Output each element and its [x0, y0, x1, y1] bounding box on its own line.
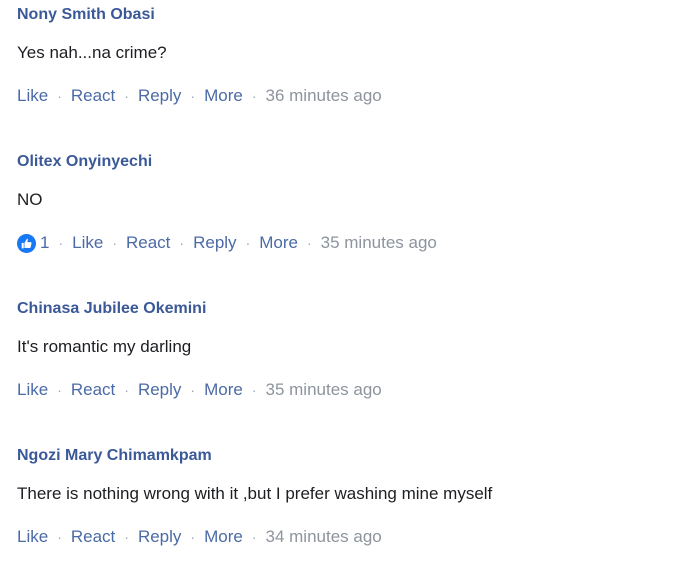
action-separator: · [124, 529, 129, 545]
action-separator: · [190, 529, 196, 545]
action-separator: · [245, 235, 251, 251]
like-link[interactable]: Like [17, 527, 48, 547]
reaction-count-value: 1 [40, 233, 50, 252]
reply-link[interactable]: Reply [138, 86, 181, 106]
comment-text: There is nothing wrong with it ,but I pr… [17, 484, 493, 503]
like-link[interactable]: Like [72, 233, 103, 253]
comment-text: Yes nah...na crime? [17, 43, 167, 62]
action-separator: · [251, 529, 257, 545]
comment-actions: Like · React · Reply · More · 36 minutes… [17, 84, 685, 108]
action-separator: · [124, 382, 129, 398]
comment-author[interactable]: Nony Smith Obasi [17, 4, 685, 26]
comment-timestamp: 35 minutes ago [265, 380, 382, 399]
comment-item: Nony Smith Obasi Yes nah...na crime? Lik… [17, 4, 685, 108]
reply-link[interactable]: Reply [138, 527, 181, 547]
reply-link[interactable]: Reply [193, 233, 236, 253]
reaction-count[interactable]: 1 [17, 233, 49, 253]
comment-text: NO [17, 190, 43, 209]
action-separator: · [251, 88, 257, 104]
more-link[interactable]: More [204, 86, 243, 106]
action-separator: · [251, 382, 257, 398]
action-separator: · [58, 235, 64, 251]
action-separator: · [112, 235, 117, 251]
action-separator: · [57, 529, 62, 545]
react-link[interactable]: React [126, 233, 170, 253]
comment-timestamp: 36 minutes ago [265, 86, 382, 105]
comment-item: Olitex Onyinyechi NO 1 · Like · React · … [17, 151, 685, 255]
action-separator: · [57, 88, 62, 104]
comment-author[interactable]: Ngozi Mary Chimamkpam [17, 445, 685, 467]
comment-timestamp: 34 minutes ago [265, 527, 382, 546]
comment-author[interactable]: Olitex Onyinyechi [17, 151, 685, 173]
more-link[interactable]: More [204, 527, 243, 547]
react-link[interactable]: React [71, 527, 115, 547]
reply-link[interactable]: Reply [138, 380, 181, 400]
like-link[interactable]: Like [17, 86, 48, 106]
comment-author[interactable]: Chinasa Jubilee Okemini [17, 298, 685, 320]
react-link[interactable]: React [71, 380, 115, 400]
comment-item: Chinasa Jubilee Okemini It's romantic my… [17, 298, 685, 402]
more-link[interactable]: More [259, 233, 298, 253]
like-link[interactable]: Like [17, 380, 48, 400]
more-link[interactable]: More [204, 380, 243, 400]
comment-actions: Like · React · Reply · More · 35 minutes… [17, 378, 685, 402]
comment-actions: 1 · Like · React · Reply · More · 35 min… [17, 231, 685, 255]
action-separator: · [190, 88, 196, 104]
comment-list: Nony Smith Obasi Yes nah...na crime? Lik… [0, 0, 685, 588]
action-separator: · [179, 235, 185, 251]
like-reaction-icon [17, 233, 36, 253]
action-separator: · [306, 235, 312, 251]
action-separator: · [124, 88, 129, 104]
action-separator: · [57, 382, 62, 398]
comment-actions: Like · React · Reply · More · 34 minutes… [17, 525, 685, 549]
action-separator: · [190, 382, 196, 398]
comment-timestamp: 35 minutes ago [320, 233, 437, 252]
comment-text: It's romantic my darling [17, 337, 192, 356]
react-link[interactable]: React [71, 86, 115, 106]
comment-item: Ngozi Mary Chimamkpam There is nothing w… [17, 445, 685, 549]
